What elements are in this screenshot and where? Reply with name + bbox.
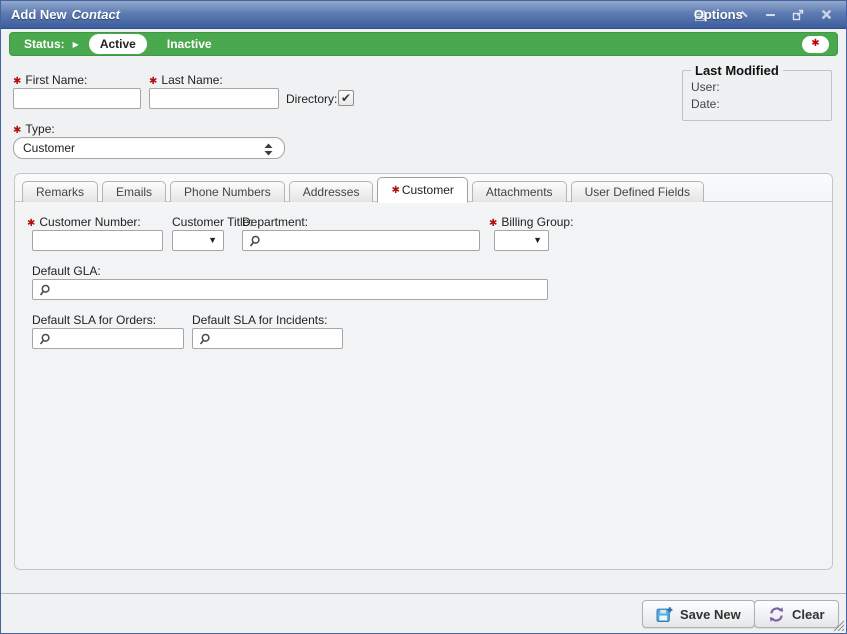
title-prefix: Add New [11,7,67,22]
customer-number-field[interactable] [32,230,163,251]
required-asterisk-icon: ✱ [13,125,21,136]
last-modified-date-row: Date: [691,97,823,111]
department-lookup[interactable] [242,230,480,251]
resize-grip[interactable] [831,618,845,632]
status-arrow-icon: ▶ [73,40,79,49]
tab-remarks[interactable]: Remarks [22,181,98,202]
tab-label: Addresses [303,185,360,199]
customer-title-label: Customer Title: [172,215,253,229]
user-label: User: [691,80,720,94]
minus-icon [765,9,776,20]
default-sla-orders-label: Default SLA for Orders: [32,313,156,327]
last-name-label-text: Last Name: [161,73,222,87]
search-icon [38,284,51,297]
required-asterisk-icon: ✱ [13,76,21,87]
customer-title-dropdown[interactable]: ▼ [172,230,224,251]
directory-checkbox[interactable]: ✔ [338,90,354,106]
status-option-inactive[interactable]: Inactive [167,37,212,51]
default-sla-incidents-label: Default SLA for Incidents: [192,313,327,327]
minimize-button[interactable] [760,6,780,24]
popout-button[interactable] [788,6,808,24]
last-modified-fieldset: Last Modified User: Date: [682,63,832,121]
status-bar: Status: ▶ Active Inactive ✱ [9,32,838,56]
type-select-value: Customer [23,141,75,155]
search-icon [198,333,211,346]
department-label: Department: [242,215,308,229]
tab-label: User Defined Fields [585,185,690,199]
chevron-down-icon: ▼ [208,235,217,245]
title-entity: Contact [72,7,120,22]
department-field[interactable] [263,232,477,249]
last-modified-user-row: User: [691,80,823,94]
last-modified-legend: Last Modified [691,63,783,78]
save-new-label: Save New [680,607,741,622]
default-gla-field[interactable] [53,281,545,298]
status-label: Status: [24,37,65,51]
tab-label: Customer [402,183,454,197]
tab-addresses[interactable]: Addresses [289,181,374,202]
first-name-label-text: First Name: [25,73,87,87]
type-label: ✱ Type: [13,122,55,136]
tab-customer[interactable]: ✱ Customer [377,177,467,203]
clear-button[interactable]: Clear [754,600,839,628]
default-gla-label: Default GLA: [32,264,101,278]
contact-tab-panel: Remarks Emails Phone Numbers Addresses ✱… [14,173,833,570]
last-name-field[interactable] [149,88,279,109]
default-sla-orders-field[interactable] [53,330,181,347]
footer-divider [1,593,846,594]
required-indicator-button[interactable]: ✱ [802,36,829,53]
close-icon [821,9,832,20]
status-option-active[interactable]: Active [89,34,147,54]
refresh-icon [768,606,785,623]
clear-label: Clear [792,607,825,622]
last-name-label: ✱ Last Name: [149,73,223,87]
add-new-contact-dialog: Add NewContact ▤ Options St [0,0,847,634]
required-asterisk-icon: ✱ [27,218,35,229]
popout-icon [792,9,804,21]
required-asterisk-icon: ✱ [149,76,157,87]
search-icon [248,235,261,248]
customer-number-label: ✱ Customer Number: [27,215,141,229]
close-button[interactable] [816,6,836,24]
options-button[interactable]: ▤ Options [694,7,706,23]
date-label: Date: [691,97,720,111]
tab-phone-numbers[interactable]: Phone Numbers [170,181,285,202]
billing-group-dropdown[interactable]: ▼ [494,230,549,251]
required-asterisk-icon: ✱ [391,185,399,196]
stepper-arrows-icon [264,143,273,156]
chevron-down-icon: ▼ [533,235,542,245]
default-sla-incidents-field[interactable] [213,330,340,347]
default-sla-orders-lookup[interactable] [32,328,184,349]
default-sla-incidents-lookup[interactable] [192,328,343,349]
save-plus-icon [656,606,673,623]
billing-group-label-text: Billing Group: [501,215,573,229]
tab-label: Phone Numbers [184,185,271,199]
default-gla-lookup[interactable] [32,279,548,300]
tab-label: Attachments [486,185,553,199]
search-icon [38,333,51,346]
type-label-text: Type: [25,122,54,136]
customer-tab-content: ✱ Customer Number: Customer Title: ▼ Depa… [15,203,832,569]
tab-emails[interactable]: Emails [102,181,166,202]
title-bar: Add New Contact ▤ Options [1,1,846,29]
dialog-title: Add New Contact [11,7,120,22]
required-asterisk-icon: ✱ [811,39,819,49]
tab-attachments[interactable]: Attachments [472,181,567,202]
tab-label: Emails [116,185,152,199]
billing-group-label: ✱ Billing Group: [489,215,573,229]
options-label: Options [694,7,743,22]
required-asterisk-icon: ✱ [489,218,497,229]
first-name-label: ✱ First Name: [13,73,87,87]
type-select[interactable]: Customer [13,137,285,159]
directory-label: Directory: [286,92,337,106]
customer-number-label-text: Customer Number: [39,215,140,229]
tab-strip: Remarks Emails Phone Numbers Addresses ✱… [15,174,832,202]
first-name-field[interactable] [13,88,141,109]
tab-label: Remarks [36,185,84,199]
save-new-button[interactable]: Save New [642,600,755,628]
tab-user-defined-fields[interactable]: User Defined Fields [571,181,704,202]
checkmark-icon: ✔ [341,92,351,104]
